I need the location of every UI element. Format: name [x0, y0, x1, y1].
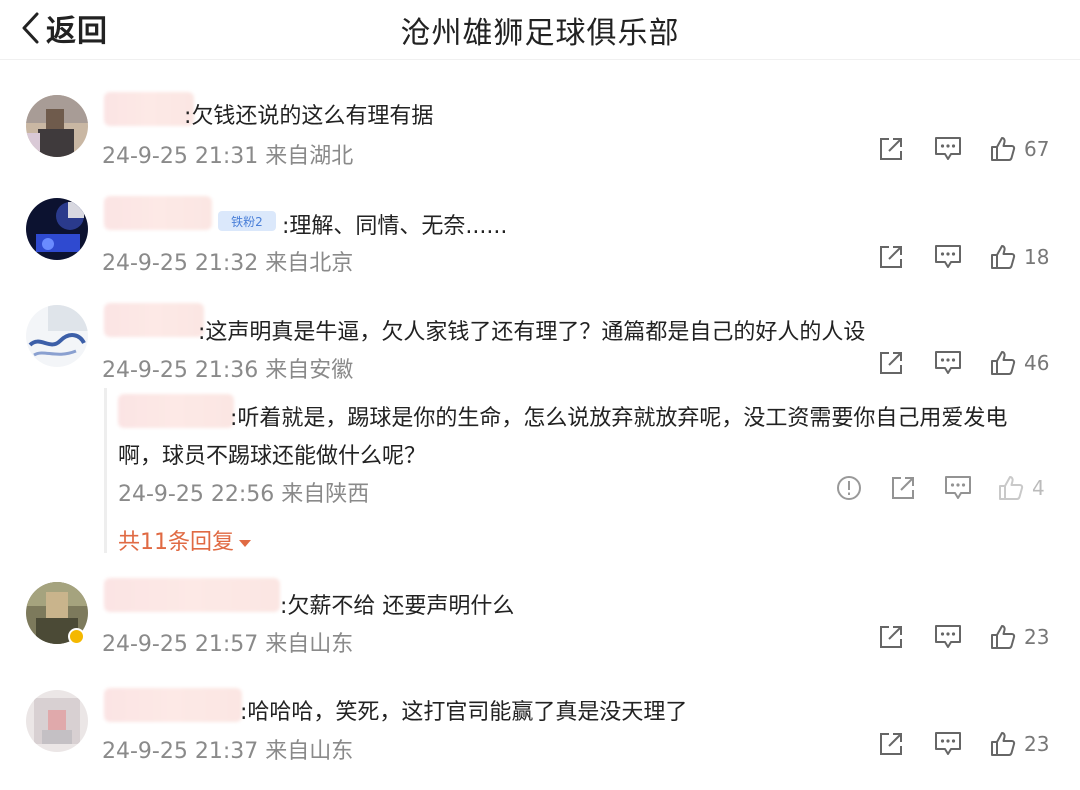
fan-badge: 铁粉2 [218, 211, 276, 231]
avatar[interactable] [26, 95, 88, 157]
reply-button[interactable] [934, 136, 962, 162]
reply-button[interactable] [934, 350, 962, 376]
comment-location: 来自湖北 [265, 144, 354, 169]
thumbs-up-icon [990, 350, 1016, 376]
avatar-image [26, 198, 88, 260]
comment-actions: 67 [878, 136, 1049, 162]
comment-date: 24-9-25 21:32 [102, 251, 259, 276]
share-icon [878, 624, 904, 650]
reply-button[interactable] [944, 475, 972, 501]
comment-date: 24-9-25 21:37 [102, 739, 259, 764]
comment-meta: 24-9-25 21:37 来自山东 [102, 733, 353, 765]
comment-actions: 23 [878, 624, 1049, 650]
avatar[interactable] [26, 690, 88, 752]
reply-button[interactable] [934, 624, 962, 650]
thumbs-up-icon [990, 136, 1016, 162]
comment-icon [934, 136, 962, 162]
page-title: 沧州雄狮足球俱乐部 [400, 16, 680, 51]
username[interactable] [104, 92, 194, 126]
reply-actions: 4 [836, 475, 1045, 501]
share-button[interactable] [878, 731, 904, 757]
share-button[interactable] [878, 136, 904, 162]
comment-text: :理解、同情、无奈...... [282, 214, 508, 239]
like-button[interactable]: 4 [998, 475, 1045, 501]
caret-down-icon [239, 539, 251, 547]
more-replies-link[interactable]: 共11条回复 [118, 524, 251, 556]
comment-location: 来自安徽 [265, 358, 354, 383]
share-icon [878, 136, 904, 162]
username[interactable] [104, 688, 242, 722]
comment-meta: 24-9-25 21:32 来自北京 [102, 245, 353, 277]
reply-username[interactable] [118, 394, 234, 428]
top-bar: 返回 沧州雄狮足球俱乐部 [0, 0, 1080, 60]
avatar-image [26, 690, 88, 752]
thumbs-up-icon [990, 624, 1016, 650]
comment-date: 24-9-25 21:31 [102, 144, 259, 169]
like-count: 46 [1024, 351, 1050, 375]
reply-text-line-2: 啊，球员不踢球还能做什么呢？ [118, 444, 427, 469]
like-button[interactable]: 67 [990, 136, 1049, 162]
comment-date: 24-9-25 21:36 [102, 358, 259, 383]
share-icon [878, 350, 904, 376]
comment-actions: 46 [878, 350, 1049, 376]
comment-location: 来自北京 [265, 251, 354, 276]
share-button[interactable] [878, 350, 904, 376]
reply-date: 24-9-25 22:56 [118, 482, 275, 507]
thumbs-up-icon [998, 475, 1024, 501]
comment-icon [934, 244, 962, 270]
comment-actions: 23 [878, 731, 1049, 757]
reply-location: 来自陕西 [281, 482, 370, 507]
like-count: 18 [1024, 245, 1050, 269]
comment-meta: 24-9-25 21:57 来自山东 [102, 626, 353, 658]
verified-badge-icon [68, 628, 85, 645]
like-count: 23 [1024, 732, 1050, 756]
more-replies-label: 共11条回复 [118, 530, 234, 555]
username[interactable] [104, 578, 280, 612]
comment-meta: 24-9-25 21:36 来自安徽 [102, 352, 353, 384]
comment-icon [934, 731, 962, 757]
reply-text-line-1: :听着就是，踢球是你的生命，怎么说放弃就放弃呢，没工资需要你自己用爱发电 [230, 406, 1008, 431]
alert-circle-icon [836, 475, 862, 501]
like-count: 23 [1024, 625, 1050, 649]
avatar[interactable] [26, 305, 88, 367]
report-button[interactable] [836, 475, 862, 501]
reply-meta: 24-9-25 22:56 来自陕西 [118, 476, 369, 508]
avatar-image [26, 305, 88, 367]
comment-date: 24-9-25 21:57 [102, 632, 259, 657]
share-button[interactable] [890, 475, 916, 501]
like-button[interactable]: 18 [990, 244, 1049, 270]
thumbs-up-icon [990, 244, 1016, 270]
comment-icon [944, 475, 972, 501]
avatar[interactable] [26, 198, 88, 260]
share-icon [890, 475, 916, 501]
comment-location: 来自山东 [265, 632, 354, 657]
username[interactable] [104, 196, 212, 230]
reply-button[interactable] [934, 244, 962, 270]
like-count: 67 [1024, 137, 1050, 161]
comment-text: :哈哈哈，笑死，这打官司能赢了真是没天理了 [240, 700, 688, 725]
like-button[interactable]: 23 [990, 624, 1049, 650]
comment-actions: 18 [878, 244, 1049, 270]
comment-icon [934, 350, 962, 376]
comment-text: :欠薪不给 还要声明什么 [280, 594, 515, 619]
share-icon [878, 731, 904, 757]
share-button[interactable] [878, 244, 904, 270]
avatar-image [26, 95, 88, 157]
like-count: 4 [1032, 476, 1045, 500]
share-icon [878, 244, 904, 270]
thumbs-up-icon [990, 731, 1016, 757]
comment-text: :这声明真是牛逼，欠人家钱了还有理了？通篇都是自己的好人的人设 [198, 320, 866, 345]
like-button[interactable]: 23 [990, 731, 1049, 757]
share-button[interactable] [878, 624, 904, 650]
comment-text: :欠钱还说的这么有理有据 [184, 104, 434, 129]
reply-button[interactable] [934, 731, 962, 757]
comment-location: 来自山东 [265, 739, 354, 764]
username[interactable] [104, 303, 204, 337]
comment-icon [934, 624, 962, 650]
comment-meta: 24-9-25 21:31 来自湖北 [102, 138, 353, 170]
like-button[interactable]: 46 [990, 350, 1049, 376]
